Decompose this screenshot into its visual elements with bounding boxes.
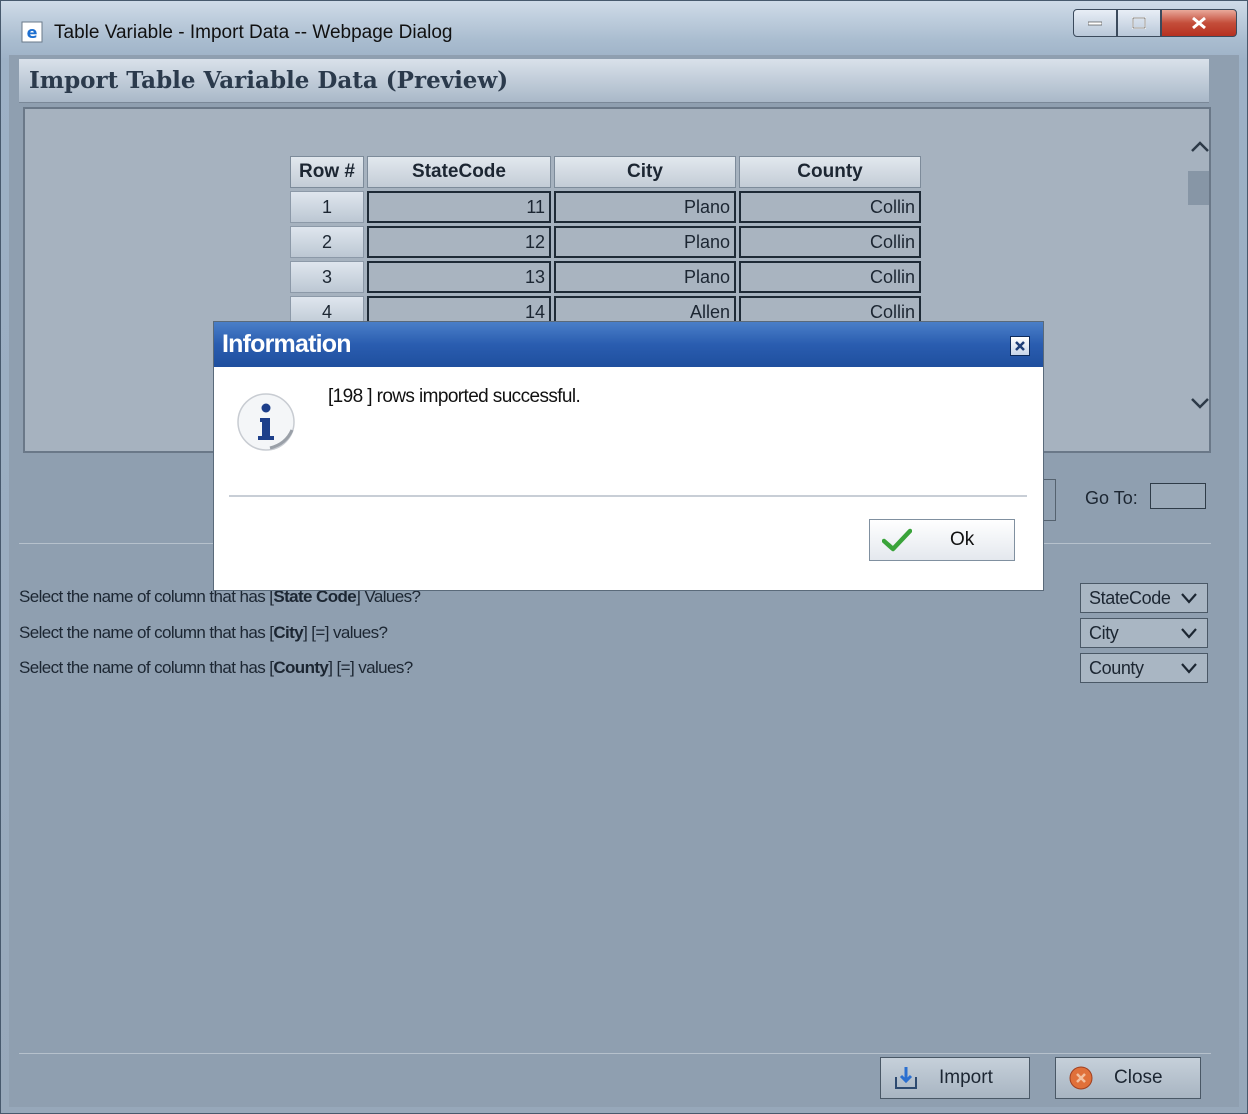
import-label: Import: [939, 1067, 993, 1088]
question-text: Select the name of column that has [: [19, 623, 274, 642]
table-row: 2 12 Plano Collin: [290, 226, 921, 258]
maximize-icon: [1132, 17, 1146, 29]
scroll-up-icon[interactable]: [1188, 137, 1211, 157]
maximize-button[interactable]: [1117, 9, 1161, 37]
county-column-select[interactable]: County: [1080, 653, 1208, 683]
city-cell[interactable]: Plano: [554, 226, 736, 258]
select-value: County: [1089, 658, 1144, 678]
select-value: City: [1089, 623, 1119, 643]
import-icon: [895, 1067, 917, 1089]
dialog-message: [198 ] rows imported successful.: [328, 386, 581, 407]
statecode-cell[interactable]: 12: [367, 226, 551, 258]
checkmark-icon: [882, 528, 912, 552]
select-value: StateCode: [1089, 588, 1171, 608]
page-title: Import Table Variable Data (Preview): [29, 67, 509, 94]
column-header-row-number[interactable]: Row #: [290, 156, 364, 188]
ie-icon: e: [21, 21, 43, 43]
section-header: Import Table Variable Data (Preview): [19, 59, 1209, 103]
window-title: Table Variable - Import Data -- Webpage …: [54, 22, 453, 43]
minimize-button[interactable]: [1073, 9, 1117, 37]
chevron-down-icon: [1181, 628, 1197, 639]
row-number-cell[interactable]: 3: [290, 261, 364, 293]
ok-label: Ok: [950, 529, 975, 550]
close-icon: [1192, 16, 1206, 30]
column-header-statecode[interactable]: StateCode: [367, 156, 551, 188]
scrollbar-thumb[interactable]: [1188, 171, 1209, 205]
data-grid: Row # StateCode City County 1 11 Plano C…: [287, 153, 924, 331]
question-field: County: [273, 658, 329, 677]
chevron-down-icon: [1181, 663, 1197, 674]
statecode-cell[interactable]: 11: [367, 191, 551, 223]
row-number-cell[interactable]: 2: [290, 226, 364, 258]
close-button[interactable]: Close: [1055, 1057, 1201, 1099]
goto-label: Go To:: [1085, 488, 1138, 508]
scroll-down-icon[interactable]: [1188, 393, 1211, 413]
city-column-select[interactable]: City: [1080, 618, 1208, 648]
question-text: ] [=] values?: [328, 658, 413, 677]
info-icon: [237, 393, 295, 451]
question-field: City: [273, 623, 304, 642]
footer-divider: [19, 1053, 1211, 1054]
row-number-cell[interactable]: 1: [290, 191, 364, 223]
dialog-divider: [229, 495, 1027, 497]
import-button[interactable]: Import: [880, 1057, 1030, 1099]
information-dialog: Information [198 ] rows imported success…: [213, 321, 1044, 591]
column-header-city[interactable]: City: [554, 156, 736, 188]
close-circle-icon: [1069, 1066, 1093, 1090]
question-text: ] [=] values?: [303, 623, 388, 642]
county-cell[interactable]: Collin: [739, 191, 921, 223]
svg-text:e: e: [27, 23, 38, 42]
chevron-down-icon: [1181, 593, 1197, 604]
dialog-titlebar[interactable]: Information: [214, 322, 1043, 367]
table-row: 3 13 Plano Collin: [290, 261, 921, 293]
goto-input[interactable]: [1150, 483, 1206, 509]
mapping-question-city: Select the name of column that has [City…: [19, 623, 388, 643]
question-text: Select the name of column that has [: [19, 658, 274, 677]
close-label: Close: [1114, 1067, 1163, 1088]
statecode-cell[interactable]: 13: [367, 261, 551, 293]
ok-button[interactable]: Ok: [869, 519, 1015, 561]
dialog-title: Information: [222, 330, 352, 358]
column-header-county[interactable]: County: [739, 156, 921, 188]
minimize-icon: [1088, 21, 1102, 26]
table-row: 1 11 Plano Collin: [290, 191, 921, 223]
mapping-question-county: Select the name of column that has [Coun…: [19, 658, 413, 678]
close-icon: [1015, 341, 1025, 351]
window-titlebar[interactable]: e Table Variable - Import Data -- Webpag…: [1, 1, 1247, 55]
window-close-button[interactable]: [1161, 9, 1237, 37]
statecode-column-select[interactable]: StateCode: [1080, 583, 1208, 613]
county-cell[interactable]: Collin: [739, 261, 921, 293]
county-cell[interactable]: Collin: [739, 226, 921, 258]
city-cell[interactable]: Plano: [554, 261, 736, 293]
city-cell[interactable]: Plano: [554, 191, 736, 223]
dialog-close-button[interactable]: [1010, 336, 1030, 356]
